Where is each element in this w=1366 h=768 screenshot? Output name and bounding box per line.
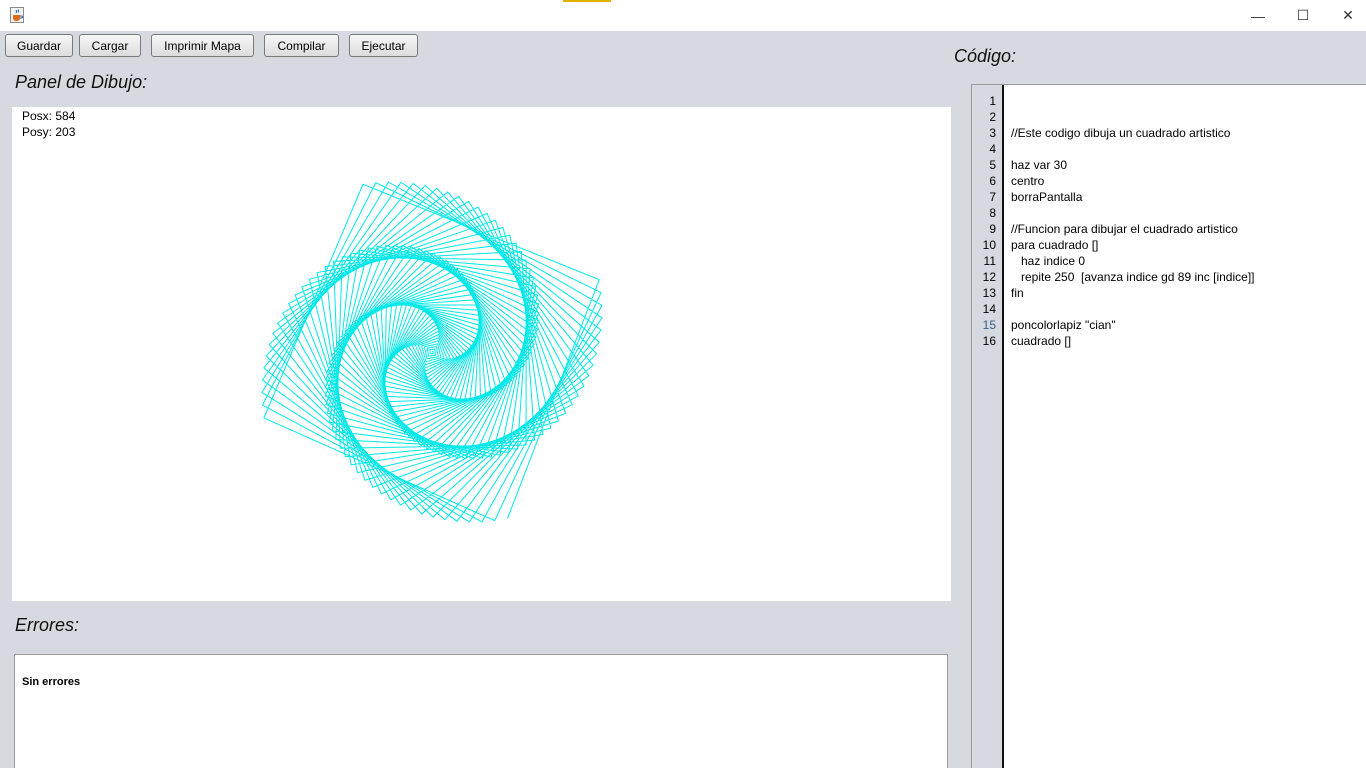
line-number: 9	[989, 222, 996, 236]
line-number: 8	[989, 206, 996, 220]
drawing-panel-title: Panel de Dibujo:	[15, 72, 148, 92]
code-line: haz var 30	[1011, 158, 1068, 172]
close-button[interactable]: ✕	[1325, 0, 1366, 31]
line-number: 7	[989, 190, 996, 204]
line-number-gutter: 1 2 3 4 5 6 7 8 9 10 11 12 13 14 15 16	[972, 85, 1004, 768]
code-line: poncolorlapiz "cian"	[1011, 318, 1116, 332]
imprimir-mapa-button[interactable]: Imprimir Mapa	[151, 34, 254, 57]
guardar-button[interactable]: Guardar	[5, 34, 73, 57]
line-number: 1	[989, 94, 996, 108]
line-number: 16	[982, 334, 996, 348]
line-number-current: 15	[982, 318, 996, 332]
code-line: fin	[1011, 286, 1024, 300]
line-number: 12	[982, 270, 996, 284]
line-number: 11	[983, 254, 996, 268]
line-number: 5	[989, 158, 996, 172]
errors-output[interactable]: Sin errores	[14, 654, 948, 768]
line-number: 3	[989, 126, 996, 140]
code-line: cuadrado []	[1011, 334, 1072, 348]
code-line: //Funcion para dibujar el cuadrado artis…	[1011, 222, 1238, 236]
errors-title: Errores:	[15, 615, 80, 635]
line-number: 14	[982, 302, 996, 316]
errors-message: Sin errores	[22, 676, 81, 688]
cargar-button[interactable]: Cargar	[79, 34, 141, 57]
turtle-drawing	[261, 181, 603, 523]
code-line: repite 250 [avanza indice gd 89 inc [ind…	[1011, 270, 1255, 284]
line-number: 13	[982, 286, 996, 300]
code-title: Código:	[954, 46, 1017, 66]
code-line: centro	[1011, 174, 1045, 188]
line-number: 10	[982, 238, 996, 252]
code-line: para cuadrado []	[1011, 238, 1099, 252]
drawing-canvas[interactable]: Posx: 584 Posy: 203	[12, 107, 951, 601]
title-bar-accent	[563, 0, 611, 2]
maximize-button[interactable]: ☐	[1280, 0, 1326, 31]
line-number: 2	[989, 110, 996, 124]
code-editor[interactable]: 1 2 3 4 5 6 7 8 9 10 11 12 13 14 15 16 /…	[971, 84, 1366, 768]
spiral-path	[261, 181, 603, 523]
line-number: 4	[989, 142, 996, 156]
title-bar: — ☐ ✕	[0, 0, 1366, 31]
code-line: //Este codigo dibuja un cuadrado artisti…	[1011, 126, 1231, 140]
line-number: 6	[989, 174, 996, 188]
code-line: haz indice 0	[1011, 254, 1086, 268]
minimize-button[interactable]: —	[1235, 0, 1281, 31]
code-line: borraPantalla	[1011, 190, 1083, 204]
java-cup-icon	[10, 7, 24, 23]
ejecutar-button[interactable]: Ejecutar	[349, 34, 418, 57]
compilar-button[interactable]: Compilar	[264, 34, 339, 57]
